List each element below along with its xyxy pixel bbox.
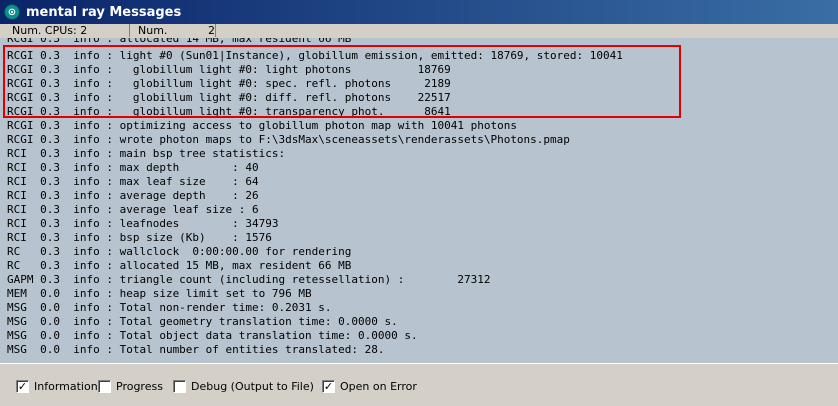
log-line: RCI 0.3 info : average leaf size : 6 bbox=[7, 203, 259, 216]
num-status: Num. 2 bbox=[130, 24, 216, 37]
debug-label: Debug (Output to File) bbox=[191, 379, 314, 393]
information-label: Information bbox=[34, 379, 98, 393]
title-bar[interactable]: ⊙ mental ray Messages bbox=[0, 0, 838, 24]
num-value: 2 bbox=[208, 24, 215, 37]
open-on-error-checkbox[interactable]: ✓ bbox=[322, 379, 335, 393]
debug-checkbox[interactable] bbox=[173, 379, 186, 393]
log-line: RC 0.3 info : allocated 15 MB, max resid… bbox=[7, 259, 352, 272]
window-title: mental ray Messages bbox=[26, 4, 182, 20]
highlight-box bbox=[3, 45, 681, 118]
log-line: RCI 0.3 info : average depth : 26 bbox=[7, 189, 259, 202]
options-panel: ✓ Information Progress Debug (Output to … bbox=[0, 363, 838, 406]
log-line: MSG 0.0 info : Total geometry translatio… bbox=[7, 315, 398, 328]
log-line: MSG 0.0 info : Total non-render time: 0.… bbox=[7, 301, 332, 314]
status-bar: Num. CPUs: 2 Num. 2 bbox=[0, 24, 838, 38]
num-label: Num. bbox=[138, 24, 168, 37]
open-on-error-option[interactable]: ✓ Open on Error bbox=[322, 379, 417, 393]
log-line: RCI 0.3 info : main bsp tree statistics: bbox=[7, 147, 286, 160]
progress-checkbox[interactable] bbox=[98, 379, 111, 393]
progress-label: Progress bbox=[116, 379, 163, 393]
information-option[interactable]: ✓ Information bbox=[16, 379, 98, 393]
log-line: RCI 0.3 info : leafnodes : 34793 bbox=[7, 217, 279, 230]
log-line: RCGI 0.3 info : optimizing access to glo… bbox=[7, 119, 517, 132]
log-line: MSG 0.0 info : Total object data transla… bbox=[7, 329, 418, 342]
log-line: MSG 0.0 info : Total number of entities … bbox=[7, 343, 385, 356]
open-on-error-label: Open on Error bbox=[340, 379, 417, 393]
debug-option[interactable]: Debug (Output to File) bbox=[173, 379, 314, 393]
log-line: RCI 0.3 info : bsp size (Kb) : 1576 bbox=[7, 231, 272, 244]
log-line: RCGI 0.3 info : wrote photon maps to F:\… bbox=[7, 133, 570, 146]
log-line: RCI 0.3 info : max leaf size : 64 bbox=[7, 175, 259, 188]
mental-ray-icon[interactable]: ⊙ bbox=[4, 4, 20, 20]
log-line: GAPM 0.3 info : triangle count (includin… bbox=[7, 273, 491, 286]
log-line: RCI 0.3 info : max depth : 40 bbox=[7, 161, 259, 174]
message-log[interactable]: RCGI 0.3 info : allocated 14 MB, max res… bbox=[0, 38, 838, 363]
log-line: MEM 0.0 info : heap size limit set to 79… bbox=[7, 287, 312, 300]
log-line: RC 0.3 info : wallclock 0:00:00.00 for r… bbox=[7, 245, 352, 258]
cpus-status: Num. CPUs: 2 bbox=[0, 24, 130, 37]
information-checkbox[interactable]: ✓ bbox=[16, 379, 29, 393]
progress-option[interactable]: Progress bbox=[98, 379, 163, 393]
